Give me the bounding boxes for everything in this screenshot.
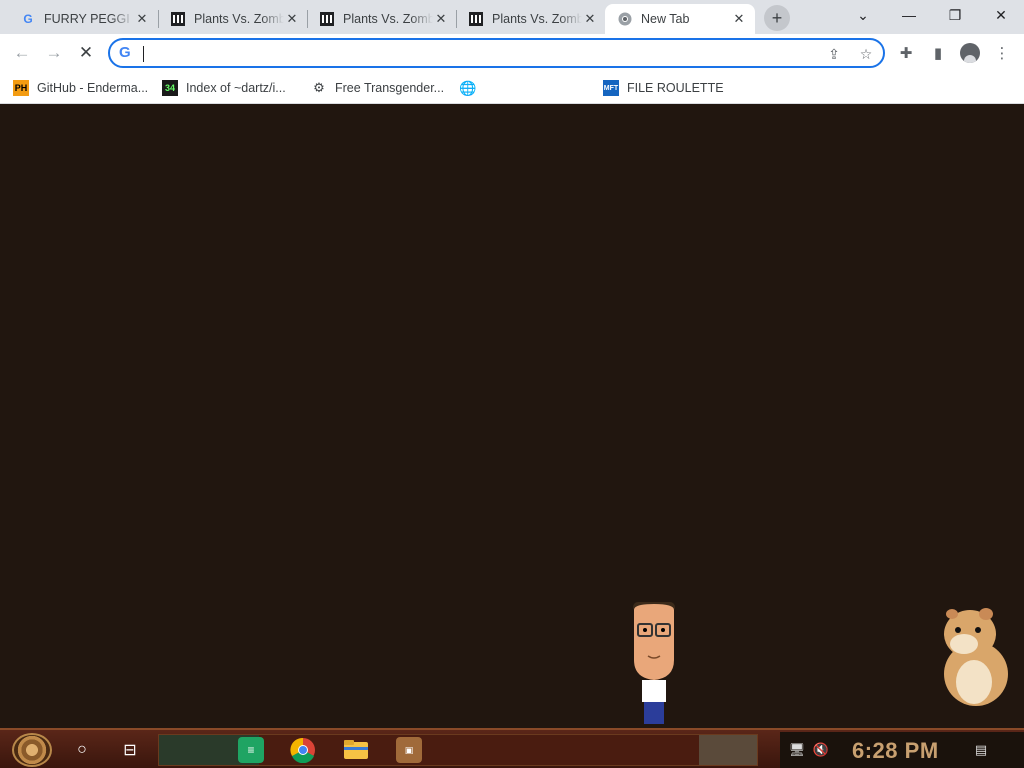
arrow-right-icon: → bbox=[45, 43, 63, 62]
cartoon-character-sprite bbox=[633, 602, 675, 724]
search-button[interactable]: ○ bbox=[68, 736, 96, 764]
tab-3[interactable]: Plants Vs. Zombies ✕ bbox=[307, 4, 457, 34]
tab-2[interactable]: Plants Vs. Zombies ✕ bbox=[158, 4, 308, 34]
taskbar: ○ ⊟ ≡ ▣ 🖥 🔇 6:28 PM ▤ bbox=[0, 728, 1024, 768]
puzzle-icon: ✚ bbox=[899, 45, 913, 62]
chrome-app-icon[interactable] bbox=[290, 737, 316, 763]
notification-icon[interactable]: ▤ bbox=[972, 742, 990, 758]
minimize-button[interactable]: — bbox=[886, 0, 932, 30]
game-app-icon[interactable]: ▣ bbox=[396, 737, 422, 763]
restore-button[interactable]: ❐ bbox=[932, 0, 978, 30]
google-g-icon: G bbox=[23, 12, 33, 26]
extensions-button[interactable]: ✚ bbox=[892, 39, 920, 67]
avatar bbox=[960, 43, 980, 63]
stop-button[interactable]: ✕ bbox=[72, 39, 100, 67]
close-icon[interactable]: ✕ bbox=[731, 11, 747, 27]
bookmark-favicon: PH bbox=[13, 80, 29, 96]
omnibox[interactable]: G ⇪ ☆ bbox=[108, 38, 885, 68]
bookmark-label: GitHub - Enderma... bbox=[37, 81, 149, 95]
start-button[interactable] bbox=[12, 733, 52, 767]
menu-button[interactable]: ⋮ bbox=[988, 39, 1016, 67]
back-button[interactable]: ← bbox=[8, 39, 36, 67]
tab-4[interactable]: Plants Vs. Zombies ✕ bbox=[456, 4, 606, 34]
new-tab-button[interactable]: + bbox=[764, 5, 790, 31]
bookmark-label: Index of ~dartz/i... bbox=[186, 81, 286, 95]
task-view-button[interactable]: ⊟ bbox=[116, 736, 144, 764]
museum-icon bbox=[170, 11, 186, 27]
close-icon[interactable]: ✕ bbox=[433, 11, 449, 27]
tab-5-active[interactable]: New Tab ✕ bbox=[605, 4, 755, 34]
file-explorer-icon[interactable] bbox=[343, 737, 369, 763]
bookmark-1[interactable]: PH GitHub - Enderma... bbox=[13, 78, 148, 98]
google-g-icon: G bbox=[119, 44, 131, 61]
network-icon[interactable]: 🖥 bbox=[788, 742, 806, 758]
task-view-icon: ⊟ bbox=[123, 742, 137, 759]
tab-title: Plants Vs. Zombies bbox=[492, 12, 582, 26]
close-icon: ✕ bbox=[78, 43, 94, 62]
close-icon: ✕ bbox=[995, 6, 1007, 23]
tab-1[interactable]: G FURRY PEGGI ✕ bbox=[8, 4, 158, 34]
side-panel-button[interactable]: ▮ bbox=[924, 39, 952, 67]
bookmark-label: FILE ROULETTE bbox=[627, 81, 724, 95]
volume-muted-icon[interactable]: 🔇 bbox=[812, 742, 830, 758]
forward-button[interactable]: → bbox=[40, 39, 68, 67]
clock[interactable]: 6:28 PM bbox=[852, 738, 939, 764]
bookmark-2[interactable]: 34 Index of ~dartz/i... bbox=[162, 78, 286, 98]
close-window-button[interactable]: ✕ bbox=[978, 0, 1024, 30]
circle-icon: ○ bbox=[77, 741, 87, 758]
text-caret bbox=[143, 46, 144, 62]
tab-title: Plants Vs. Zombies bbox=[343, 12, 433, 26]
plus-icon: + bbox=[771, 7, 783, 28]
notes-app-icon[interactable]: ≡ bbox=[238, 737, 264, 763]
share-icon[interactable]: ⇪ bbox=[824, 44, 844, 64]
page-content bbox=[0, 104, 1024, 728]
close-icon[interactable]: ✕ bbox=[284, 11, 300, 27]
bookmark-favicon: 34 bbox=[162, 80, 178, 96]
tab-strip: G FURRY PEGGI ✕ Plants Vs. Zombies ✕ Pla… bbox=[0, 0, 1024, 34]
address-input[interactable] bbox=[142, 43, 812, 63]
minimize-icon: — bbox=[902, 7, 916, 23]
chevron-down-icon: ⌄ bbox=[857, 6, 869, 23]
restore-icon: ❐ bbox=[948, 6, 962, 23]
hamster-sprite bbox=[944, 608, 1008, 706]
toolbar: ← → ✕ G ⇪ ☆ ✚ ▮ ⋮ bbox=[0, 34, 1024, 72]
bookmark-5[interactable]: MFT FILE ROULETTE bbox=[603, 78, 724, 98]
star-icon[interactable]: ☆ bbox=[856, 44, 876, 64]
tab-title: Plants Vs. Zombies bbox=[194, 12, 284, 26]
tab-search-button[interactable]: ⌄ bbox=[840, 0, 886, 30]
robot-icon: ⚙ bbox=[313, 80, 325, 95]
browser-window: G FURRY PEGGI ✕ Plants Vs. Zombies ✕ Pla… bbox=[0, 0, 1024, 768]
side-panel-icon: ▮ bbox=[933, 45, 943, 62]
system-tray: 🖥 🔇 6:28 PM ▤ bbox=[780, 732, 1024, 768]
globe-icon: 🌐 bbox=[459, 79, 477, 96]
bookmark-label: Free Transgender... bbox=[335, 81, 445, 95]
museum-icon bbox=[319, 11, 335, 27]
bookmark-3[interactable]: ⚙ Free Transgender... bbox=[311, 78, 444, 98]
chrome-icon bbox=[617, 11, 633, 27]
bookmark-favicon: MFT bbox=[603, 80, 619, 96]
tab-title: New Tab bbox=[641, 12, 690, 26]
arrow-left-icon: ← bbox=[13, 43, 31, 62]
tab-title: FURRY PEGGI bbox=[44, 12, 130, 26]
bookmark-4[interactable]: 🌐 bbox=[459, 78, 484, 98]
profile-button[interactable] bbox=[956, 39, 984, 67]
close-icon[interactable]: ✕ bbox=[134, 11, 150, 27]
kebab-menu-icon: ⋮ bbox=[994, 45, 1010, 62]
bookmarks-bar: PH GitHub - Enderma... 34 Index of ~dart… bbox=[0, 72, 1024, 104]
museum-icon bbox=[468, 11, 484, 27]
close-icon[interactable]: ✕ bbox=[582, 11, 598, 27]
